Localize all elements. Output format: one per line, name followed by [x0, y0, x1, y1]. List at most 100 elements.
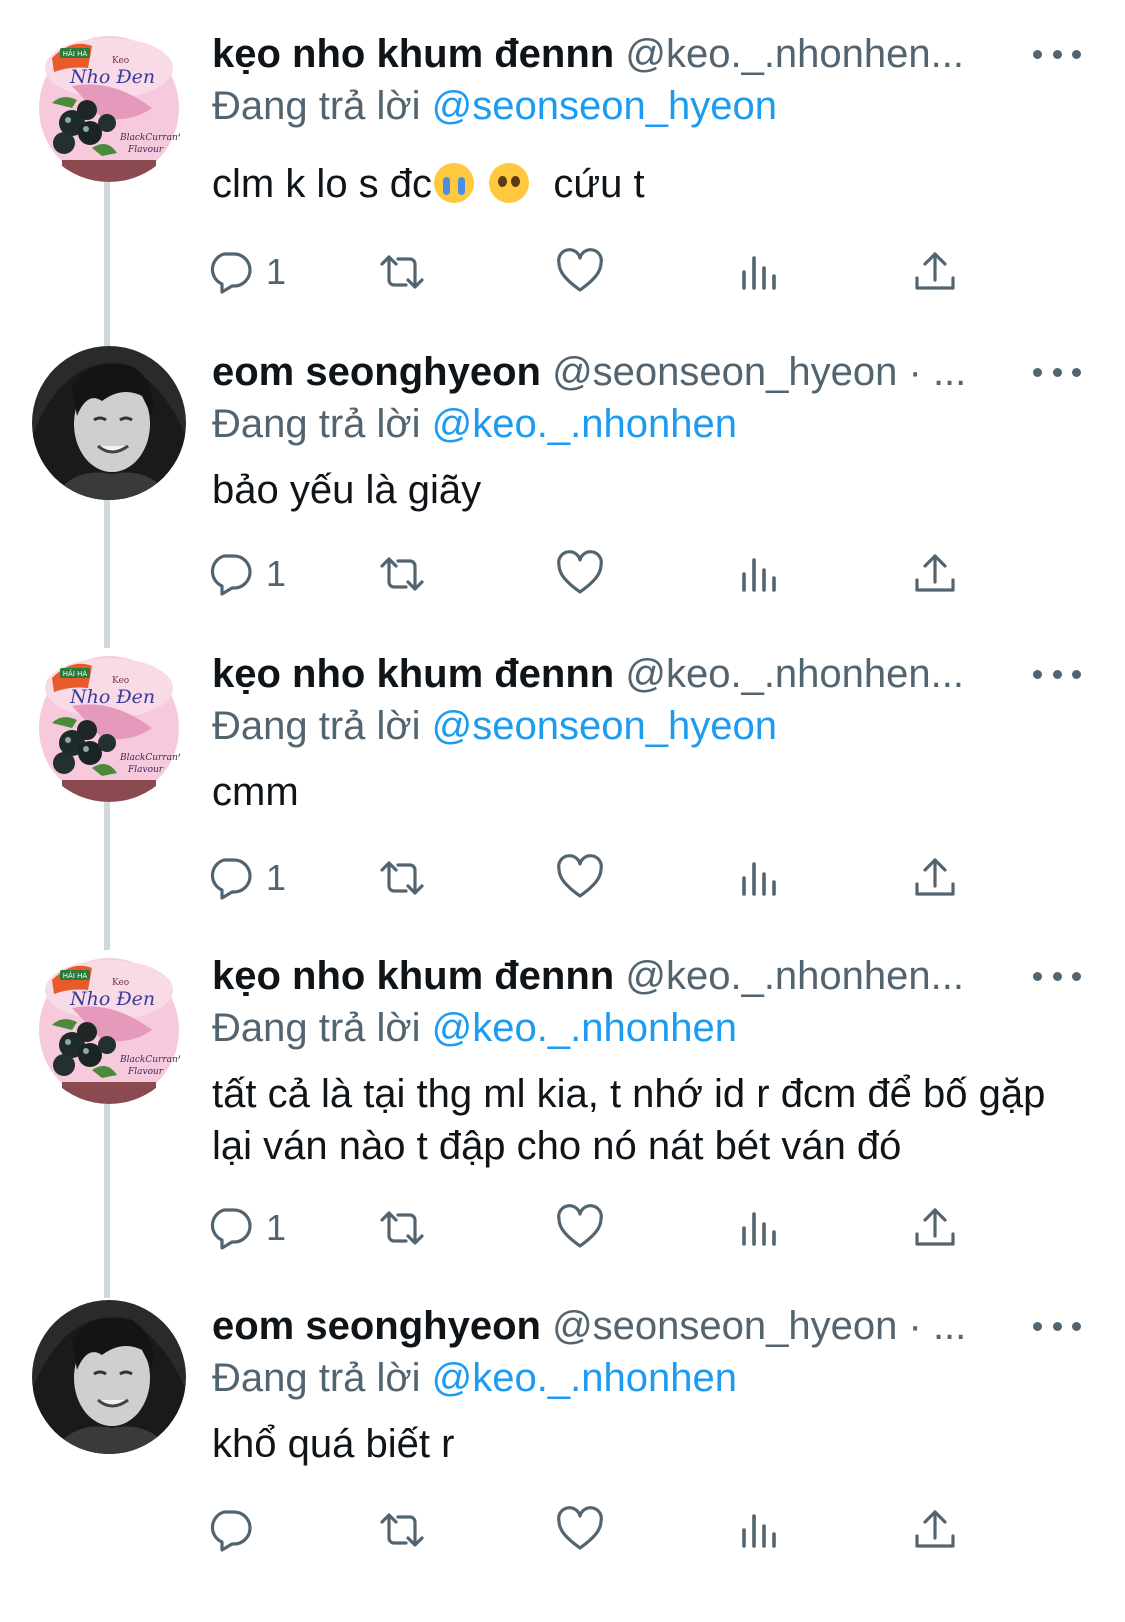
- reply-button[interactable]: 1: [204, 244, 286, 300]
- replying-to-label: Đang trả lời: [212, 84, 421, 128]
- candy-package-avatar-image: HẢI HÀ Keo Nho Đen BlackCurrant Flavour: [32, 28, 186, 182]
- svg-text:BlackCurrant: BlackCurrant: [119, 1055, 182, 1065]
- tweet-actions: 1: [210, 1200, 1012, 1256]
- mention-link[interactable]: @seonseon_hyeon: [432, 704, 777, 748]
- thread-line: [104, 800, 110, 952]
- mention-link[interactable]: @keo._.nhonhen: [432, 402, 737, 446]
- display-name[interactable]: kẹo nho khum đennn: [212, 652, 614, 696]
- avatar[interactable]: [32, 1300, 186, 1454]
- more-options-icon[interactable]: [1033, 40, 1081, 68]
- replying-to-label: Đang trả lời: [212, 1356, 421, 1400]
- views-button[interactable]: [734, 244, 786, 300]
- views-icon: [734, 1504, 786, 1556]
- tweet-text: cmm: [212, 770, 299, 814]
- person-photo-avatar-image: [32, 1300, 186, 1454]
- candy-package-avatar-image: HẢI HÀ Keo Nho Đen BlackCurrant Flavour: [32, 950, 186, 1104]
- username[interactable]: @seonseon_hyeon · ...: [552, 1304, 966, 1348]
- reply-button[interactable]: 1: [204, 546, 286, 602]
- reply-button[interactable]: 1: [204, 1200, 286, 1256]
- thread-line: [104, 1102, 110, 1298]
- share-icon: [909, 1504, 961, 1556]
- svg-text:BlackCurrant: BlackCurrant: [119, 753, 182, 763]
- display-name[interactable]: eom seonghyeon: [212, 350, 541, 394]
- svg-text:Keo: Keo: [112, 56, 129, 66]
- share-button[interactable]: [909, 1502, 961, 1558]
- reply-button[interactable]: [204, 1502, 266, 1558]
- mention-link[interactable]: @keo._.nhonhen: [432, 1356, 737, 1400]
- share-button[interactable]: [909, 546, 961, 602]
- thread-line: [104, 178, 110, 348]
- svg-text:Keo: Keo: [112, 676, 129, 686]
- retweet-button[interactable]: [376, 850, 428, 906]
- like-button[interactable]: [554, 244, 606, 300]
- tweet-header: kẹo nho khum đennn @keo._.nhonhen...: [212, 950, 1032, 1002]
- tweet-text-part: clm k lo s đc: [212, 162, 433, 206]
- views-button[interactable]: [734, 1502, 786, 1558]
- candy-package-avatar-image: HẢI HÀ Keo Nho Đen BlackCurrant Flavour: [32, 648, 186, 802]
- more-options-icon[interactable]: [1033, 358, 1081, 386]
- username[interactable]: @keo._.nhonhen...: [625, 954, 964, 998]
- reply-button[interactable]: 1: [204, 850, 286, 906]
- avatar[interactable]: HẢI HÀ Keo Nho Đen BlackCurrant Flavour: [32, 28, 186, 182]
- views-button[interactable]: [734, 546, 786, 602]
- share-icon: [909, 1202, 961, 1254]
- avatar[interactable]: HẢI HÀ Keo Nho Đen BlackCurrant Flavour: [32, 648, 186, 802]
- svg-text:HẢI HÀ: HẢI HÀ: [63, 971, 88, 980]
- avatar[interactable]: [32, 346, 186, 500]
- display-name[interactable]: eom seonghyeon: [212, 1304, 541, 1348]
- like-button[interactable]: [554, 1502, 606, 1558]
- tweet-header: eom seonghyeon @seonseon_hyeon · ...: [212, 1300, 1032, 1352]
- display-name[interactable]: kẹo nho khum đennn: [212, 32, 614, 76]
- mention-link[interactable]: @keo._.nhonhen: [432, 1006, 737, 1050]
- username[interactable]: @keo._.nhonhen...: [625, 652, 964, 696]
- views-button[interactable]: [734, 850, 786, 906]
- more-options-icon[interactable]: [1033, 1312, 1081, 1340]
- tweet-header: kẹo nho khum đennn @keo._.nhonhen...: [212, 648, 1032, 700]
- reply-icon: [204, 852, 256, 904]
- loudly-crying-emoji-icon: [434, 163, 475, 203]
- replying-to: Đang trả lời @keo._.nhonhen: [212, 398, 737, 450]
- tweet-actions: 1: [210, 546, 1012, 602]
- like-icon: [554, 246, 606, 298]
- views-icon: [734, 548, 786, 600]
- like-button[interactable]: [554, 850, 606, 906]
- replying-to-label: Đang trả lời: [212, 402, 421, 446]
- more-options-icon[interactable]: [1033, 660, 1081, 688]
- like-button[interactable]: [554, 546, 606, 602]
- share-button[interactable]: [909, 244, 961, 300]
- replying-to: Đang trả lời @keo._.nhonhen: [212, 1352, 737, 1404]
- tweet-actions: [210, 1502, 1012, 1558]
- replying-to: Đang trả lời @keo._.nhonhen: [212, 1002, 737, 1054]
- like-button[interactable]: [554, 1200, 606, 1256]
- views-button[interactable]: [734, 1200, 786, 1256]
- svg-text:Flavour: Flavour: [127, 1067, 164, 1077]
- person-photo-avatar-image: [32, 346, 186, 500]
- mention-link[interactable]: @seonseon_hyeon: [432, 84, 777, 128]
- more-options-icon[interactable]: [1033, 962, 1081, 990]
- share-icon: [909, 852, 961, 904]
- reply-count: 1: [266, 553, 287, 594]
- like-icon: [554, 1202, 606, 1254]
- reply-count: 1: [266, 857, 287, 898]
- like-icon: [554, 548, 606, 600]
- share-button[interactable]: [909, 1200, 961, 1256]
- svg-text:Flavour: Flavour: [127, 145, 164, 155]
- username[interactable]: @seonseon_hyeon · ...: [552, 350, 966, 394]
- reply-count: 1: [266, 1207, 287, 1248]
- avatar[interactable]: HẢI HÀ Keo Nho Đen BlackCurrant Flavour: [32, 950, 186, 1104]
- share-icon: [909, 548, 961, 600]
- retweet-button[interactable]: [376, 1502, 428, 1558]
- retweet-button[interactable]: [376, 1200, 428, 1256]
- svg-text:HẢI HÀ: HẢI HÀ: [63, 669, 88, 678]
- username[interactable]: @keo._.nhonhen...: [625, 32, 964, 76]
- tweet-actions: 1: [210, 244, 1012, 300]
- svg-text:BlackCurrant: BlackCurrant: [119, 133, 182, 143]
- replying-to: Đang trả lời @seonseon_hyeon: [212, 80, 777, 132]
- retweet-button[interactable]: [376, 244, 428, 300]
- reply-icon: [204, 1202, 256, 1254]
- retweet-button[interactable]: [376, 546, 428, 602]
- share-button[interactable]: [909, 850, 961, 906]
- svg-text:Keo: Keo: [112, 978, 129, 988]
- display-name[interactable]: kẹo nho khum đennn: [212, 954, 614, 998]
- tweet-actions: 1: [210, 850, 1012, 906]
